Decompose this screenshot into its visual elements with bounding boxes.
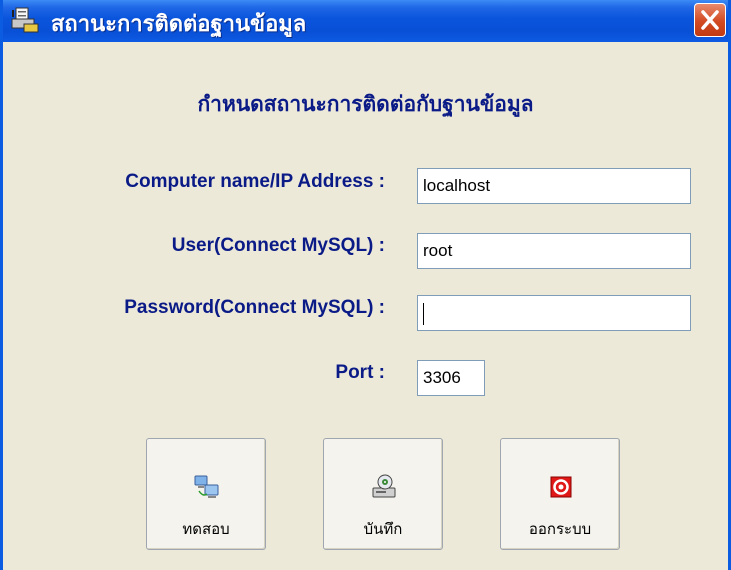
user-input[interactable]: root xyxy=(417,233,691,269)
port-label: Port : xyxy=(335,362,385,383)
exit-button-label: ออกระบบ xyxy=(528,520,592,538)
form-heading: กำหนดสถานะการติดต่อกับฐานข้อมูล xyxy=(197,92,534,116)
computer-name-label: Computer name/IP Address : xyxy=(125,171,385,192)
db-connection-icon xyxy=(11,7,39,33)
power-off-icon xyxy=(550,476,572,498)
text-caret xyxy=(423,303,424,325)
network-computers-icon xyxy=(194,475,219,498)
connection-dialog: สถานะการติดต่อฐานข้อมูล กำหนดสถานะการติด… xyxy=(0,0,731,570)
close-icon xyxy=(701,10,719,30)
test-button[interactable]: ทดสอบ xyxy=(146,438,266,550)
port-value: 3306 xyxy=(423,368,461,387)
user-value: root xyxy=(423,241,453,260)
port-input[interactable]: 3306 xyxy=(417,360,485,396)
password-label: Password(Connect MySQL) : xyxy=(124,297,385,318)
title-bar[interactable]: สถานะการติดต่อฐานข้อมูล xyxy=(3,0,728,42)
window-title: สถานะการติดต่อฐานข้อมูล xyxy=(51,12,307,37)
user-label: User(Connect MySQL) : xyxy=(171,235,385,256)
test-button-label: ทดสอบ xyxy=(182,520,230,538)
save-button[interactable]: บันทึก xyxy=(323,438,443,550)
computer-name-input[interactable]: localhost xyxy=(417,168,691,204)
save-button-label: บันทึก xyxy=(363,520,403,538)
computer-name-value: localhost xyxy=(423,176,491,195)
computer-disk-icon xyxy=(372,474,396,498)
password-input[interactable] xyxy=(417,295,691,331)
close-button[interactable] xyxy=(694,3,726,37)
exit-button[interactable]: ออกระบบ xyxy=(500,438,620,550)
